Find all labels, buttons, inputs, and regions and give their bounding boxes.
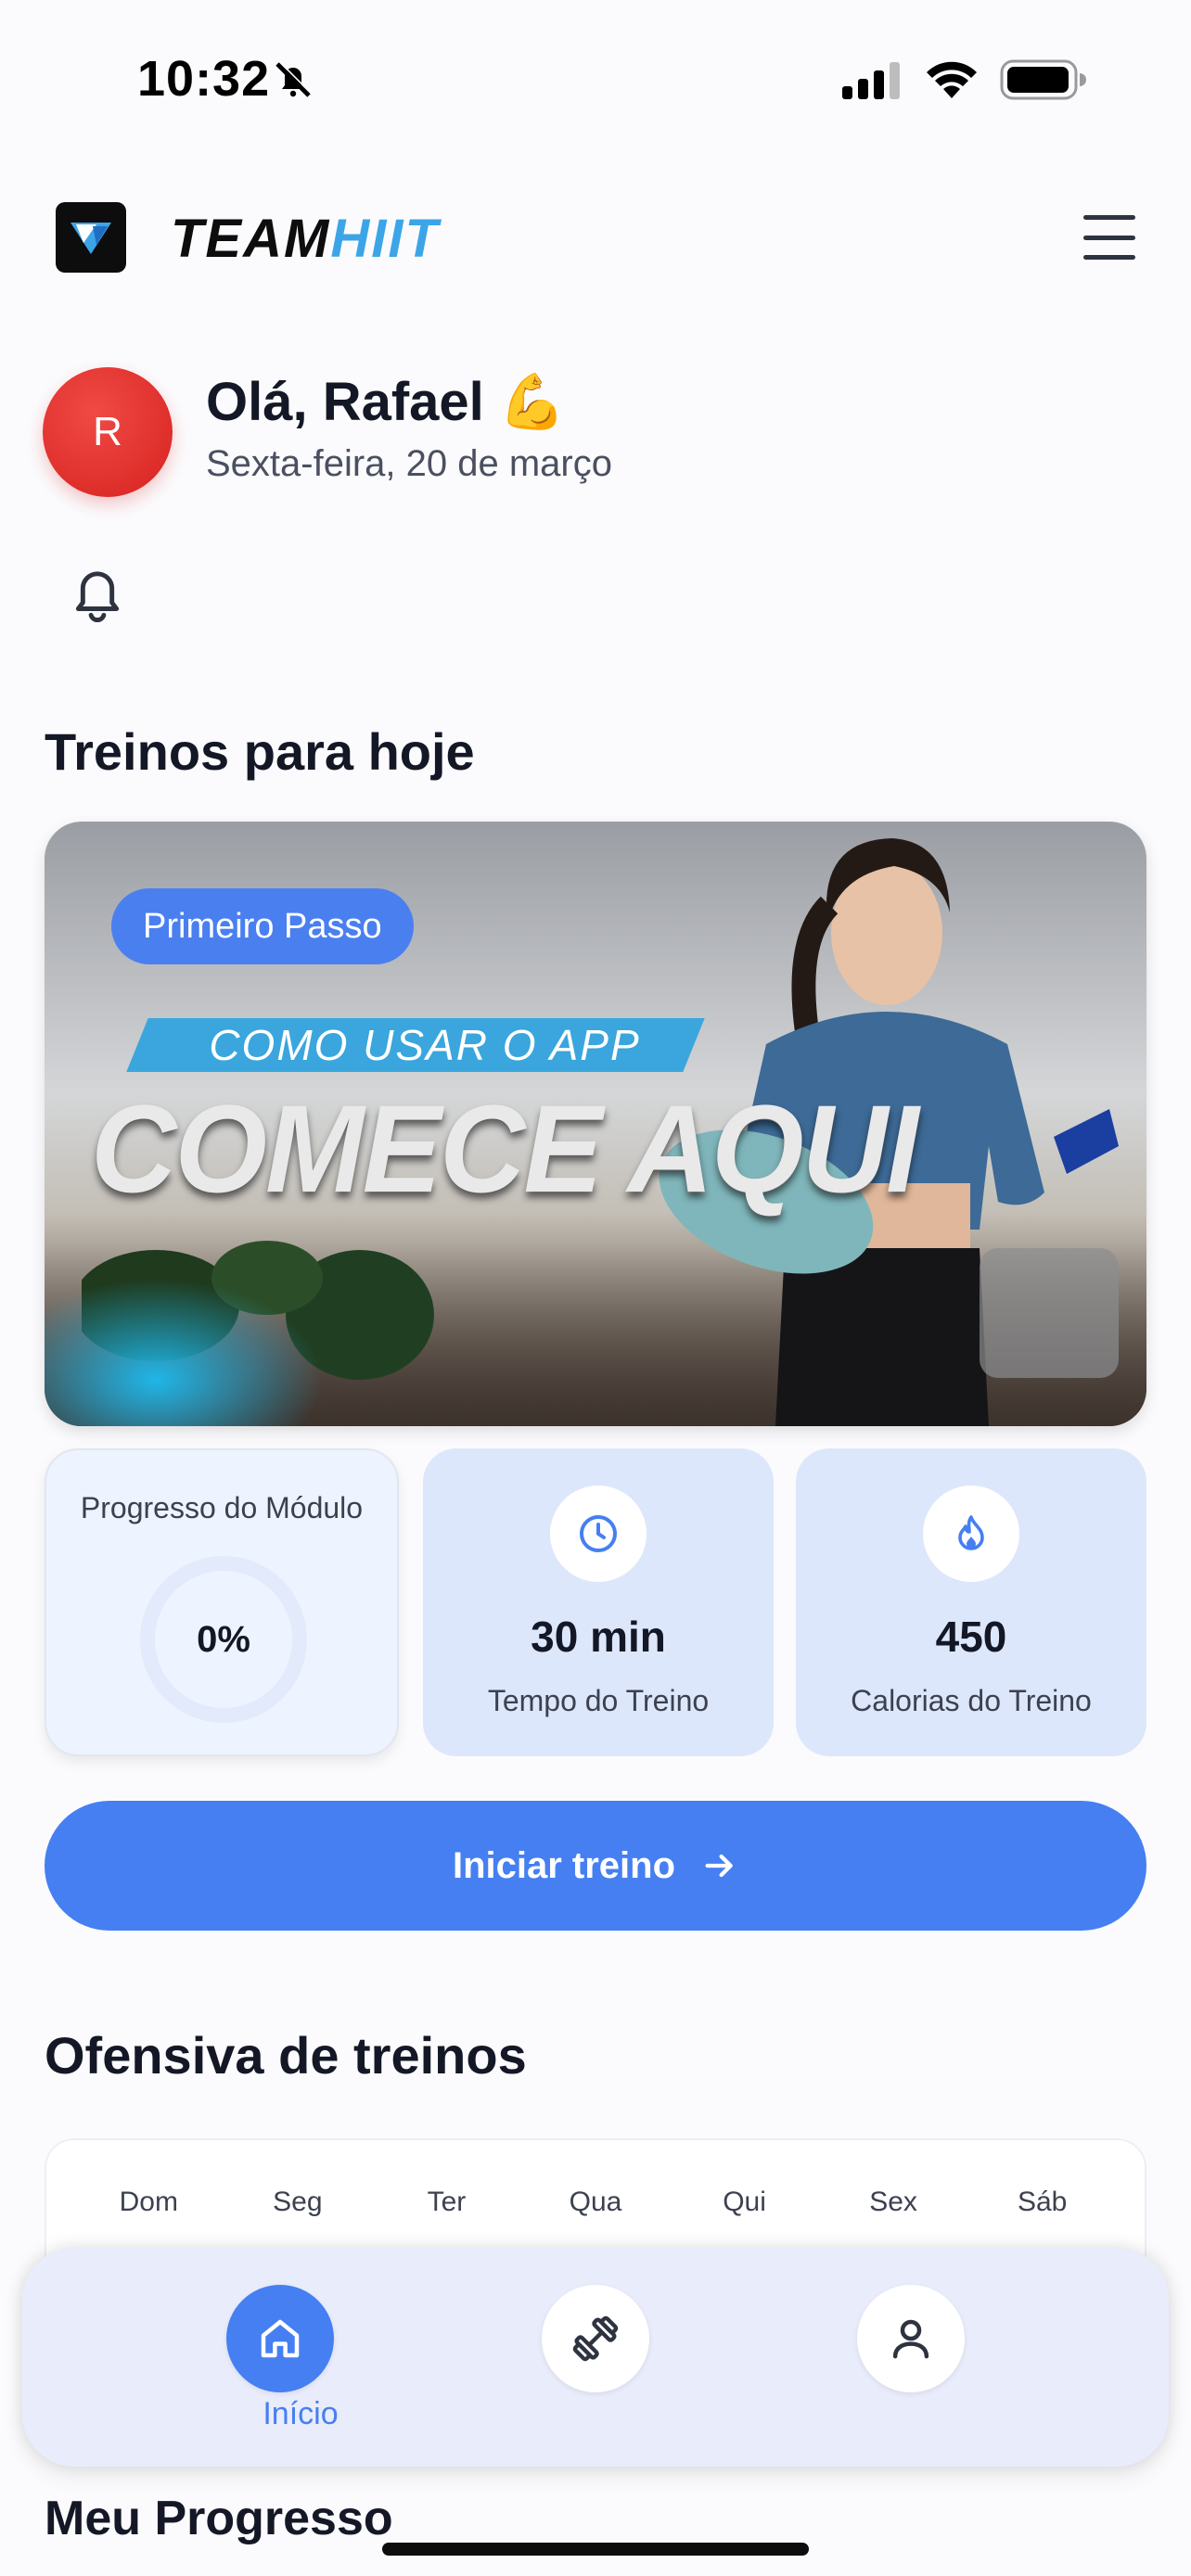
weekday-label: Qua: [569, 2187, 622, 2217]
progress-ring: 0%: [140, 1556, 307, 1723]
weekday-label: Sex: [869, 2187, 917, 2217]
home-icon: [261, 2319, 300, 2358]
hero-glow: [45, 1278, 323, 1426]
nav-workouts-button[interactable]: [542, 2285, 649, 2392]
bell-muted-icon: [275, 61, 312, 97]
nav-profile-button[interactable]: [857, 2285, 965, 2392]
workout-time-card: 30 min Tempo do Treino: [423, 1448, 774, 1756]
time-label: Tempo do Treino: [487, 1684, 710, 1717]
weekday-label: Qui: [723, 2187, 766, 2217]
hero-title: COMECE AQUI: [91, 1079, 919, 1219]
home-indicator: [382, 2543, 809, 2556]
user-icon: [892, 2319, 929, 2359]
calories-value: 450: [935, 1613, 1007, 1661]
dumbbell-icon: [572, 2315, 619, 2362]
workout-calories-card: 450 Calorias do Treino: [796, 1448, 1146, 1756]
start-workout-label: Iniciar treino: [452, 1844, 676, 1886]
weekday-label: Ter: [427, 2187, 467, 2217]
wifi-icon: [927, 61, 977, 98]
app-header: TEAMHIIT: [0, 176, 1191, 306]
progress-value: 0%: [197, 1618, 250, 1660]
weekday-label: Sáb: [1017, 2187, 1068, 2217]
nav-home-button[interactable]: [226, 2285, 334, 2392]
flame-icon: [923, 1486, 1019, 1582]
status-time: 10:32: [137, 51, 271, 107]
avatar[interactable]: R: [43, 367, 173, 497]
battery-icon: [1000, 59, 1086, 100]
weekday-label: Seg: [273, 2187, 323, 2217]
signal-icon: [842, 62, 900, 99]
bottom-nav: Início: [22, 2248, 1169, 2467]
nav-home-label[interactable]: Início: [208, 2396, 393, 2432]
calories-label: Calorias do Treino: [851, 1684, 1092, 1717]
module-badge: Primeiro Passo: [111, 888, 414, 964]
bell-icon[interactable]: [67, 560, 128, 627]
logo-mark-icon: [56, 202, 126, 273]
status-bar: 10:32: [0, 0, 1191, 148]
time-value: 30 min: [531, 1613, 666, 1661]
weekday-label: Dom: [119, 2187, 178, 2217]
start-workout-button[interactable]: Iniciar treino: [45, 1801, 1146, 1931]
progress-label: Progresso do Módulo: [80, 1491, 364, 1524]
logo-wordmark: TEAMHIIT: [171, 209, 440, 269]
module-progress-card: Progresso do Módulo 0%: [45, 1448, 399, 1756]
greeting-text: Olá, Rafael 💪: [206, 372, 567, 432]
hero-ribbon-text: COMO USAR O APP: [209, 1021, 641, 1069]
date-text: Sexta-feira, 20 de março: [206, 443, 612, 484]
section-title-progress: Meu Progresso: [45, 2492, 393, 2545]
section-title-streak: Ofensiva de treinos: [45, 2026, 527, 2085]
menu-icon[interactable]: [1080, 208, 1139, 267]
arrow-right-icon: [705, 1854, 733, 1878]
workout-hero-card[interactable]: Primeiro Passo COMO USAR O APP COMECE AQ…: [45, 822, 1146, 1426]
clock-icon: [550, 1486, 647, 1582]
weekday-row: Dom Seg Ter Qua Qui Sex Sáb: [46, 2187, 1145, 2218]
section-title-today: Treinos para hoje: [45, 722, 475, 781]
